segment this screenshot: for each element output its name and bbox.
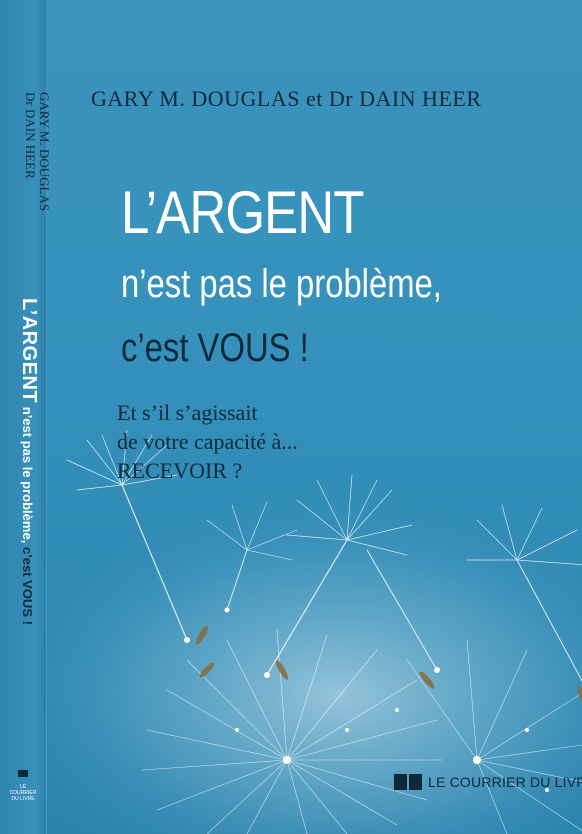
subtitle-line-3: RECEVOIR ?	[117, 458, 243, 483]
book-spine: GARY M. DOUGLAS Dr DAIN HEER L’ARGENT n’…	[0, 0, 52, 834]
spine-title-main: L’ARGENT	[18, 298, 40, 404]
cover-authors: GARY M. DOUGLAS et Dr DAIN HEER	[91, 86, 482, 111]
subtitle-line-2: de votre capacité à...	[117, 429, 298, 454]
cover-subtitle: Et s’il s’agissait de votre capacité à..…	[117, 398, 298, 485]
subtitle-line-1: Et s’il s’agissait	[117, 400, 258, 425]
cover-title-line-2: n’est pas le problème,	[121, 262, 442, 306]
spine-title-dark: c’est VOUS !	[20, 546, 35, 625]
open-book-icon	[394, 774, 422, 790]
spine-author-2: Dr DAIN HEER	[23, 92, 38, 179]
spine-publisher-line-2: DU LIVRE	[11, 796, 35, 802]
spine-title: L’ARGENT n’est pas le problème, c’est VO…	[17, 298, 40, 625]
book-cover: GARY M. DOUGLAS Dr DAIN HEER L’ARGENT n’…	[0, 0, 582, 834]
spine-publisher-line-1: LE COURRIER	[9, 784, 37, 796]
cover-title-main: L’ARGENT	[121, 179, 364, 246]
publisher-name: LE COURRIER DU LIVRE	[428, 774, 582, 790]
book-icon	[18, 770, 28, 777]
front-cover: GARY M. DOUGLAS et Dr DAIN HEER L’ARGENT…	[47, 0, 582, 834]
cover-title-line-3: c’est VOUS !	[121, 326, 309, 370]
spine-publisher-logo: LE COURRIER DU LIVRE	[8, 766, 38, 802]
publisher-logo: LE COURRIER DU LIVRE	[394, 774, 582, 790]
spine-title-rest: n’est pas le problème,	[20, 403, 35, 547]
